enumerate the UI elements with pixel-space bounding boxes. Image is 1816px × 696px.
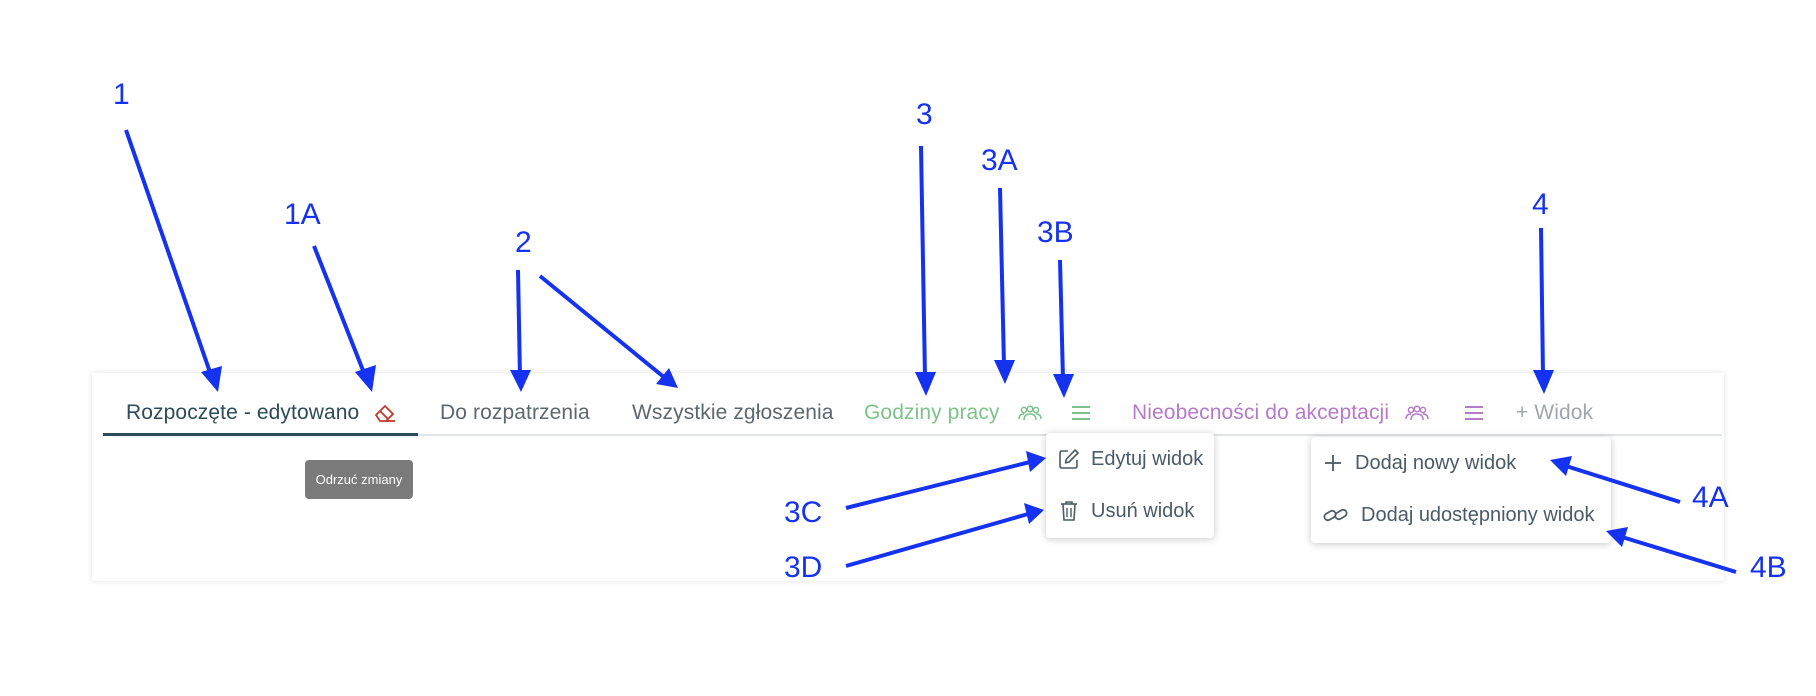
arrowhead-3d [1024, 503, 1044, 524]
arrowhead-3b [1053, 374, 1074, 398]
callout-label-4a: 4A [1692, 481, 1729, 514]
arrowhead-3a [994, 360, 1015, 384]
callout-label-2: 2 [515, 226, 532, 259]
arrow-3a [998, 187, 1006, 367]
callout-label-3a: 3A [981, 144, 1018, 177]
callout-label-3d: 3D [784, 551, 823, 584]
arrow-4b [1621, 535, 1737, 574]
arrowhead-3c [1026, 451, 1046, 472]
arrow-4 [1539, 227, 1545, 377]
arrowhead-4a [1550, 456, 1572, 476]
callout-label-4b: 4B [1750, 551, 1787, 584]
callout-label-3c: 3C [784, 496, 823, 529]
arrowhead-2a [510, 370, 531, 392]
callout-arrows [124, 129, 1737, 574]
arrow-3 [919, 145, 927, 379]
arrow-4a [1565, 464, 1681, 504]
arrow-1 [124, 129, 214, 379]
arrowhead-4 [1533, 370, 1554, 394]
arrow-2a [516, 269, 522, 379]
callout-label-1: 1 [113, 78, 130, 111]
arrow-3b [1058, 259, 1065, 381]
arrow-1a [312, 245, 368, 379]
arrow-2b [538, 274, 667, 380]
arrowhead-3 [915, 372, 936, 396]
arrow-3c [845, 460, 1031, 510]
callout-label-3b: 3B [1037, 216, 1074, 249]
arrowhead-4b [1606, 527, 1628, 547]
arrow-3d [845, 512, 1029, 568]
arrowhead-1a [355, 365, 376, 392]
callout-label-3: 3 [916, 98, 933, 131]
arrowhead-1 [201, 366, 222, 392]
callout-label-4: 4 [1532, 188, 1549, 221]
callout-label-1a: 1A [284, 198, 321, 231]
